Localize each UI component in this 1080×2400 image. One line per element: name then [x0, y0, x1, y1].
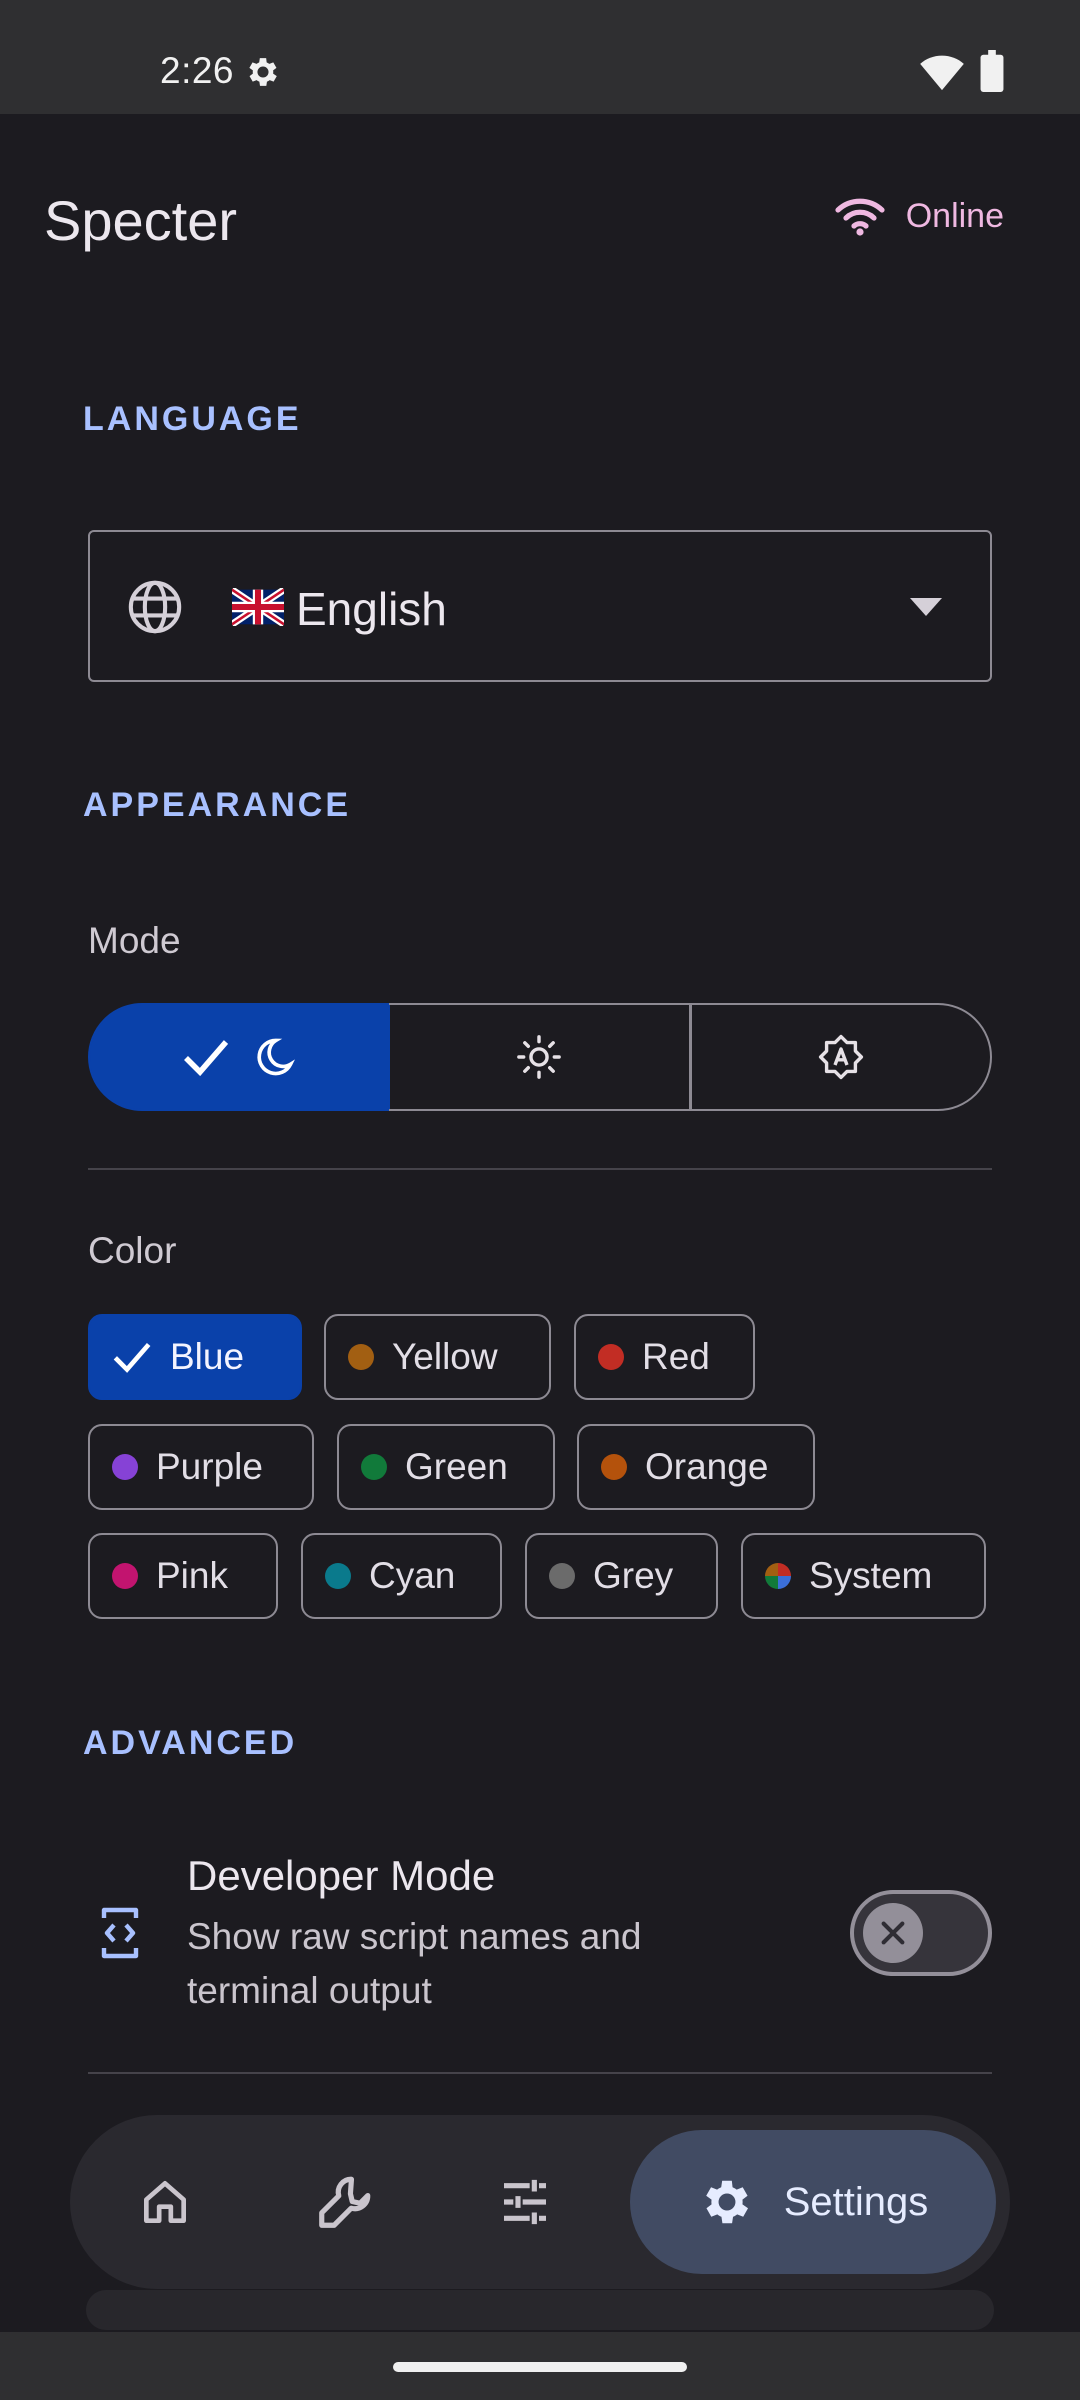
- toggle-thumb: [863, 1903, 923, 1963]
- color-chip-label: Grey: [593, 1555, 674, 1596]
- color-dot: [361, 1454, 387, 1480]
- online-label: Online: [905, 196, 1004, 235]
- color-dot: [348, 1344, 374, 1370]
- mode-auto-button[interactable]: [690, 1003, 992, 1111]
- color-chip-label: Orange: [645, 1446, 769, 1487]
- gear-icon: [698, 2173, 756, 2231]
- moon-icon: [252, 1035, 296, 1079]
- color-dot: [112, 1454, 138, 1480]
- gear-icon: [244, 53, 282, 91]
- nav-tweaks[interactable]: [450, 2115, 600, 2289]
- wifi-icon: [834, 196, 886, 236]
- check-icon: [182, 1038, 230, 1076]
- bottom-nav: Settings: [70, 2115, 1010, 2289]
- nav-settings[interactable]: Settings: [630, 2130, 996, 2274]
- app-title: Specter: [44, 189, 237, 252]
- color-chip-red[interactable]: Red: [574, 1314, 755, 1400]
- bottom-nav-shadow: [86, 2290, 994, 2330]
- nav-home[interactable]: [90, 2115, 240, 2289]
- mode-light-button[interactable]: [389, 1003, 691, 1111]
- home-gesture-handle[interactable]: [393, 2362, 687, 2372]
- close-icon: [878, 1918, 908, 1948]
- color-chip-label: Yellow: [392, 1336, 498, 1377]
- uk-flag-icon: [232, 588, 284, 626]
- nav-settings-label: Settings: [783, 2179, 929, 2224]
- color-dot: [598, 1344, 624, 1370]
- color-chip-pink[interactable]: Pink: [88, 1533, 278, 1619]
- divider: [88, 1168, 992, 1170]
- developer-mode-title: Developer Mode: [187, 1852, 496, 1899]
- mode-selector: [88, 1003, 992, 1111]
- color-chip-blue[interactable]: Blue: [88, 1314, 302, 1400]
- online-status: Online: [834, 196, 1004, 236]
- sliders-icon: [497, 2174, 553, 2230]
- code-icon: [100, 1906, 140, 1960]
- status-time: 2:26: [160, 50, 235, 91]
- language-value: English: [296, 583, 447, 635]
- divider: [88, 2072, 992, 2074]
- check-icon: [112, 1341, 152, 1373]
- sun-icon: [516, 1034, 562, 1080]
- color-chip-yellow[interactable]: Yellow: [324, 1314, 551, 1400]
- section-title-advanced: ADVANCED: [83, 1724, 298, 1762]
- color-chip-green[interactable]: Green: [337, 1424, 555, 1510]
- color-chip-label: Red: [642, 1336, 710, 1377]
- color-dot: [601, 1454, 627, 1480]
- mode-dark-button[interactable]: [88, 1003, 390, 1111]
- color-chip-system[interactable]: System: [741, 1533, 986, 1619]
- developer-mode-toggle[interactable]: [850, 1890, 992, 1976]
- color-chip-purple[interactable]: Purple: [88, 1424, 314, 1510]
- color-chip-cyan[interactable]: Cyan: [301, 1533, 502, 1619]
- language-dropdown[interactable]: English: [88, 530, 992, 682]
- color-chip-orange[interactable]: Orange: [577, 1424, 815, 1510]
- wifi-icon: [920, 52, 964, 92]
- color-chip-label: Purple: [156, 1446, 263, 1487]
- home-icon: [137, 2174, 193, 2230]
- color-chip-label: Cyan: [369, 1555, 456, 1596]
- color-chip-grey[interactable]: Grey: [525, 1533, 718, 1619]
- color-chip-label: Blue: [170, 1336, 245, 1377]
- color-chip-label: Pink: [156, 1555, 228, 1596]
- color-dot: [112, 1563, 138, 1589]
- color-chip-label: Green: [405, 1446, 508, 1487]
- battery-icon: [980, 50, 1004, 92]
- globe-icon: [126, 578, 184, 636]
- section-title-appearance: APPEARANCE: [83, 786, 352, 824]
- color-dot: [549, 1563, 575, 1589]
- multicolor-dot: [765, 1563, 791, 1589]
- nav-tools[interactable]: [270, 2115, 420, 2289]
- caret-down-icon: [910, 598, 942, 616]
- wrench-icon: [314, 2171, 376, 2233]
- color-dot: [325, 1563, 351, 1589]
- developer-mode-description: Show raw script names and terminal outpu…: [187, 1916, 642, 2011]
- section-title-language: LANGUAGE: [83, 400, 302, 438]
- color-chip-label: System: [809, 1555, 933, 1596]
- brightness-auto-icon: [817, 1033, 865, 1081]
- mode-label: Mode: [88, 920, 181, 961]
- color-label: Color: [88, 1230, 177, 1271]
